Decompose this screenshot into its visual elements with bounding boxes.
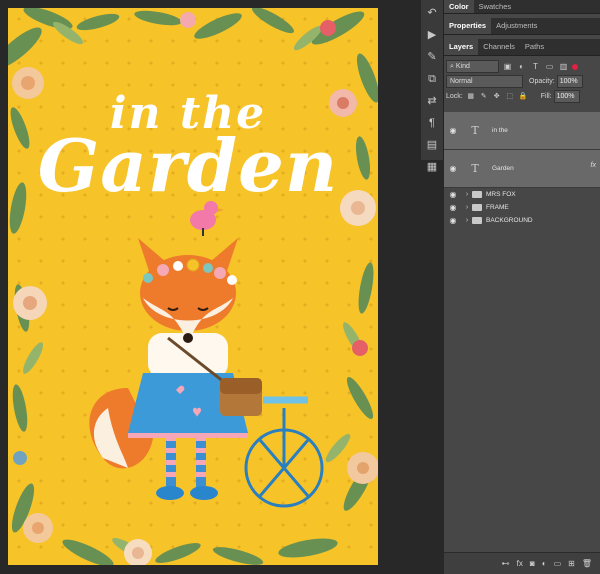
clone-icon[interactable]: ⧉ (421, 70, 443, 88)
lock-position-icon[interactable]: ✥ (493, 93, 501, 101)
eye-icon[interactable]: ◉ (444, 126, 462, 135)
smart-object-filter-icon[interactable]: ▥ (559, 62, 568, 71)
fill-label: Fill: (540, 93, 552, 100)
right-panels: Color Swatches Properties Adjustments La… (444, 0, 600, 574)
history-icon[interactable]: ↶ (421, 4, 443, 22)
blend-row: Normal Opacity: 100% (444, 74, 600, 89)
layer-group-frame[interactable]: ◉ › FRAME (444, 201, 600, 214)
layer-row-in-the[interactable]: ◉ T in the (444, 112, 600, 150)
color-panel-tabs: Color Swatches (444, 0, 600, 14)
layer-row-garden[interactable]: ◉ T Garden fx (444, 150, 600, 188)
layer-name: Garden (492, 165, 514, 172)
opacity-input[interactable]: 100% (556, 75, 583, 88)
text-layer-icon: T (471, 124, 479, 137)
play-icon[interactable]: ▶ (421, 26, 443, 44)
trash-icon[interactable]: 🗑 (582, 559, 592, 568)
libraries-icon[interactable]: ▤ (421, 136, 443, 154)
layer-effects-icon[interactable]: fx (591, 162, 596, 169)
chevron-right-icon[interactable]: › (462, 217, 472, 224)
layers-bottom-bar: ⊷ fx ◙ ◐ ▭ ⊞ 🗑 (444, 552, 600, 574)
lock-label: Lock: (446, 93, 463, 100)
folder-icon (472, 217, 482, 224)
document-canvas[interactable]: in the Garden (0, 0, 420, 574)
adjustment-filter-icon[interactable]: ◐ (517, 62, 526, 71)
title-big-text: Garden (37, 123, 339, 208)
link-icon[interactable]: ⊷ (502, 559, 510, 568)
chevron-right-icon[interactable]: › (462, 204, 472, 211)
layer-filter-row: ⌕ Kind ▣ ◐ T ▭ ▥ (444, 59, 600, 74)
filter-kind-label: Kind (455, 63, 470, 70)
fill-input[interactable]: 100% (553, 90, 580, 103)
layer-name: in the (492, 127, 508, 134)
layer-group-mrs-fox[interactable]: ◉ › MRS FOX (444, 188, 600, 201)
layer-name: MRS FOX (486, 191, 516, 198)
lock-image-icon[interactable]: ✎ (480, 93, 488, 101)
tab-color[interactable]: Color (444, 0, 474, 13)
tab-adjustments[interactable]: Adjustments (491, 18, 542, 34)
layers-list: ◉ T in the ◉ T Garden fx ◉ › MRS FOX ◉ ›… (444, 112, 600, 227)
paragraph-icon[interactable]: ¶ (421, 114, 443, 132)
layer-name: FRAME (486, 204, 509, 211)
pixel-filter-icon[interactable]: ▣ (503, 62, 512, 71)
tab-channels[interactable]: Channels (478, 39, 520, 55)
folder-icon (472, 191, 482, 198)
brush-settings-icon[interactable]: ✎ (421, 48, 443, 66)
chevron-right-icon[interactable]: › (462, 191, 472, 198)
properties-panel-tabs: Properties Adjustments (444, 18, 600, 35)
eye-icon[interactable]: ◉ (444, 190, 462, 199)
tab-swatches[interactable]: Swatches (474, 0, 517, 13)
type-filter-icon[interactable]: T (531, 62, 540, 71)
layer-group-background[interactable]: ◉ › BACKGROUND (444, 214, 600, 227)
layer-filter-select[interactable]: ⌕ Kind (446, 60, 499, 73)
fox-illustration (89, 201, 262, 500)
lock-transparent-icon[interactable]: ▦ (467, 93, 475, 101)
eye-icon[interactable]: ◉ (444, 216, 462, 225)
blend-mode-select[interactable]: Normal (446, 75, 523, 88)
fx-icon[interactable]: fx (517, 559, 523, 568)
opacity-label: Opacity: (529, 78, 555, 85)
notes-icon[interactable]: ▦ (421, 158, 443, 176)
eye-icon[interactable]: ◉ (444, 164, 462, 173)
tab-paths[interactable]: Paths (520, 39, 549, 55)
properties-icon[interactable]: ⇄ (421, 92, 443, 110)
adjustment-icon[interactable]: ◐ (542, 559, 547, 568)
lock-all-icon[interactable]: 🔒 (519, 93, 528, 101)
folder-icon (472, 204, 482, 211)
lock-artboard-icon[interactable]: ⬚ (506, 93, 514, 101)
panel-icon-strip: ↶ ▶ ✎ ⧉ ⇄ ¶ ▤ ▦ (421, 0, 444, 173)
new-group-icon[interactable]: ▭ (554, 559, 562, 568)
new-layer-icon[interactable]: ⊞ (568, 559, 575, 568)
artboard[interactable]: in the Garden (8, 8, 378, 565)
tab-layers[interactable]: Layers (444, 39, 479, 55)
layers-panel-tabs: Layers Channels Paths (444, 39, 600, 56)
mask-icon[interactable]: ◙ (530, 559, 535, 568)
layer-name: BACKGROUND (486, 217, 533, 224)
shape-filter-icon[interactable]: ▭ (545, 62, 554, 71)
filter-toggle-icon[interactable] (572, 63, 578, 70)
tab-properties[interactable]: Properties (444, 18, 492, 34)
lock-row: Lock: ▦ ✎ ✥ ⬚ 🔒 Fill: 100% (444, 89, 600, 104)
eye-icon[interactable]: ◉ (444, 203, 462, 212)
text-layer-icon: T (471, 162, 479, 175)
